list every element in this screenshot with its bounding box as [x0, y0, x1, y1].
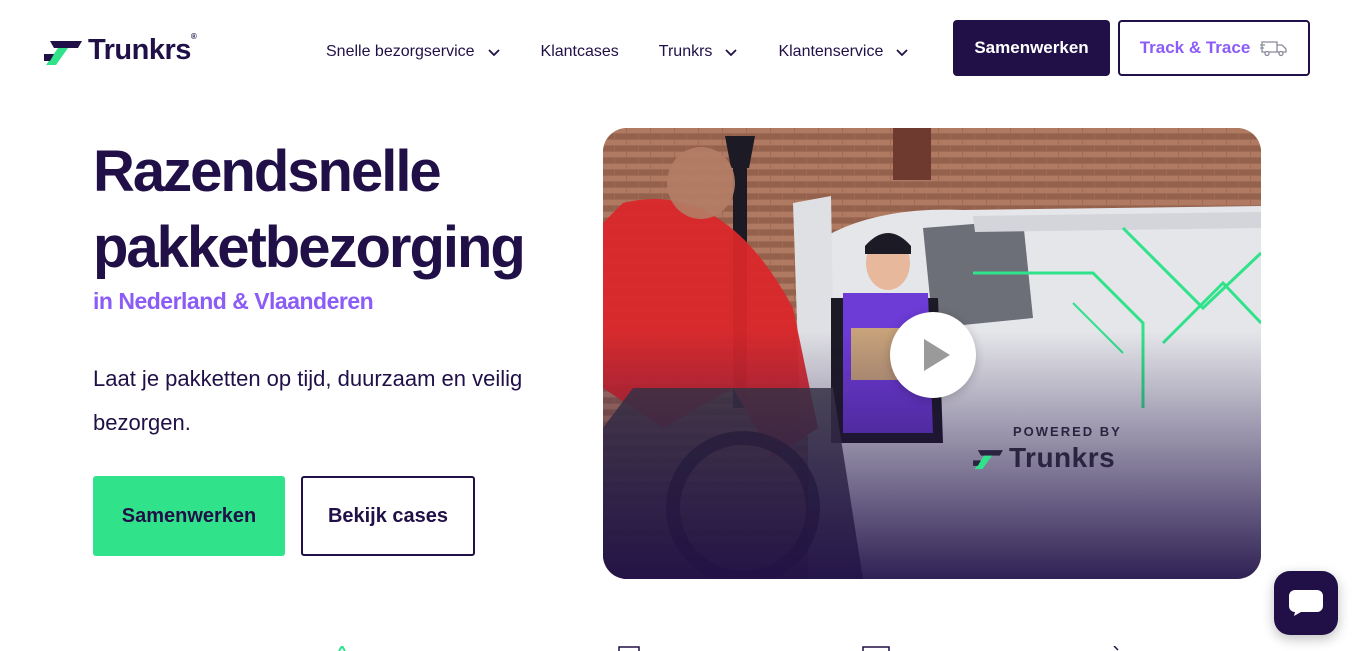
nav-item-snelle-bezorgservice[interactable]: Snelle bezorgservice	[326, 38, 501, 66]
powered-by-text: POWERED BY	[1013, 424, 1122, 439]
bekijk-cases-button[interactable]: Bekijk cases	[301, 476, 475, 556]
play-icon	[924, 339, 950, 371]
video-trunkrs-logo: Trunkrs	[973, 442, 1115, 474]
samenwerken-cta-button[interactable]: Samenwerken	[93, 476, 285, 556]
logo-wordmark: Trunkrs®	[88, 32, 197, 66]
chevron-down-icon	[487, 49, 500, 57]
hero-title: Razendsnelle pakketbezorging	[93, 134, 583, 286]
nav-item-label: Trunkrs	[658, 43, 713, 60]
samenwerken-header-button[interactable]: Samenwerken	[953, 20, 1110, 76]
site-header: Trunkrs® Snelle bezorgservice Klantcases…	[0, 0, 1366, 96]
nav-item-label: Klantcases	[540, 43, 619, 60]
play-button[interactable]	[890, 312, 976, 398]
chevron-down-icon	[725, 49, 738, 57]
chevron-down-icon	[896, 49, 909, 57]
nav-item-klantcases[interactable]: Klantcases	[541, 38, 619, 66]
trunkrs-logo-mark-icon	[44, 40, 82, 65]
hero-subtitle: in Nederland & Vlaanderen	[93, 288, 374, 314]
chat-bubble-icon	[1289, 590, 1323, 616]
nav-item-trunkrs[interactable]: Trunkrs	[659, 38, 739, 66]
nav-item-label: Klantenservice	[778, 43, 884, 60]
hero-description: Laat je pakketten op tijd, duurzaam en v…	[93, 366, 523, 435]
main-nav: Snelle bezorgservice Klantcases Trunkrs …	[326, 38, 949, 66]
truck-icon	[1260, 41, 1287, 57]
chat-launcher-button[interactable]	[1274, 571, 1338, 635]
trunkrs-logo-mark-icon	[973, 450, 1003, 469]
nav-item-label: Snelle bezorgservice	[326, 43, 475, 60]
feature-icon	[338, 646, 346, 651]
feature-icon	[1113, 646, 1119, 651]
track-and-trace-button[interactable]: Track & Trace	[1118, 20, 1310, 76]
hero-title-line-2: pakketbezorging	[93, 215, 526, 280]
trunkrs-logo[interactable]: Trunkrs®	[44, 32, 197, 67]
hero-title-line-1: Razendsnelle	[93, 139, 442, 204]
hero-video[interactable]: POWERED BY Trunkrs	[603, 128, 1261, 579]
video-logo-wordmark: Trunkrs	[1009, 442, 1116, 473]
nav-item-klantenservice[interactable]: Klantenservice	[778, 38, 909, 66]
feature-icon	[618, 646, 640, 651]
track-and-trace-label: Track & Trace	[1139, 38, 1251, 57]
feature-icon	[862, 646, 890, 651]
